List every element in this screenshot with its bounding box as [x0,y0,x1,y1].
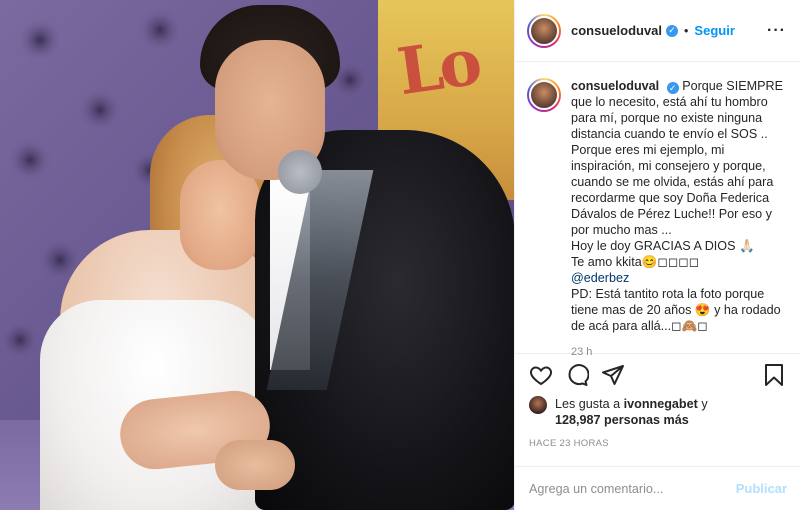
publish-button[interactable]: Publicar [736,481,787,496]
caption-text-line: Hoy le doy GRACIAS A DIOS 🙏🏻 [571,239,755,253]
mention-link[interactable]: @ederbez [571,270,786,286]
liker-username[interactable]: ivonnegabet [624,397,698,411]
header-username[interactable]: consueloduval [571,23,662,38]
post-timestamp[interactable]: HACE 23 HORAS [515,428,800,449]
likes-prefix: Les gusta a [555,397,621,411]
heart-icon[interactable] [529,363,553,387]
verified-badge-icon: ✓ [666,24,679,37]
verified-badge-icon: ✓ [666,82,679,94]
likes-count[interactable]: 128,987 personas más [555,413,689,427]
caption-text-line: para mí, porque no existe ninguna [571,111,763,125]
follow-button[interactable]: Seguir [694,23,734,38]
caption-text: consueloduval ✓ Porque SIEMPRE que lo ne… [571,78,786,358]
caption-text-line: inspiración, mi consejero y porque, [571,159,766,173]
comment-box: Publicar [515,466,800,510]
liker-avatar[interactable] [529,396,547,414]
action-bar [515,354,800,396]
instagram-post: Lo consueloduval ✓ • Seguir ··· consuelo… [0,0,800,510]
post-sidebar: consueloduval ✓ • Seguir ··· consueloduv… [514,0,800,510]
caption-text-line: Porque eres mi ejemplo, mi [571,143,725,157]
caption-text-line: Dávalos de Pérez Luche!! Por eso y [571,207,772,221]
caption-text-line: de acá para allá...◻🙈◻ [571,319,708,333]
caption-section: consueloduval ✓ Porque SIEMPRE que lo ne… [515,62,800,358]
bookmark-icon[interactable] [762,363,786,387]
background-sign-lettering: Lo [393,24,483,111]
comment-input[interactable] [529,481,736,496]
man-hand [215,440,295,490]
caption-text-line: tiene mas de 20 años 😍 y ha rodado [571,303,781,317]
likes-conj: y [701,397,708,411]
caption-text-line: Porque SIEMPRE [682,79,783,93]
avatar-image [529,15,559,46]
caption-text-line: cuando se me olvida, estás ahí para [571,175,774,189]
caption-text-line: PD: Está tantito rota la foto porque [571,287,765,301]
caption-text-line: que lo necesito, está ahí tu hombro [571,95,768,109]
comment-icon[interactable] [565,363,589,387]
caption-username[interactable]: consueloduval [571,79,659,93]
likes-summary: Les gusta a ivonnegabet y 128,987 person… [515,396,800,428]
avatar[interactable] [527,13,561,48]
caption-avatar-image [529,80,559,110]
post-header: consueloduval ✓ • Seguir ··· [515,0,800,62]
caption-line-1: consueloduval ✓ Porque SIEMPRE [571,79,783,94]
caption-time[interactable]: 23 h [571,344,786,360]
separator-dot: • [684,23,689,38]
more-options-icon[interactable]: ··· [767,22,786,40]
caption-avatar[interactable] [527,78,561,112]
caption-text-line: recordarme que soy Doña Federica [571,191,770,205]
man-bowtie [278,150,322,194]
caption-text-line: distancia cuando te envío el SOS .. [571,127,768,141]
caption-text-line: Te amo kkita😊◻◻◻◻ [571,255,700,269]
post-photo[interactable]: Lo [0,0,514,510]
likes-text: Les gusta a ivonnegabet y 128,987 person… [555,396,708,428]
share-icon[interactable] [601,363,625,387]
caption-text-line: por mucho mas ... [571,223,672,237]
